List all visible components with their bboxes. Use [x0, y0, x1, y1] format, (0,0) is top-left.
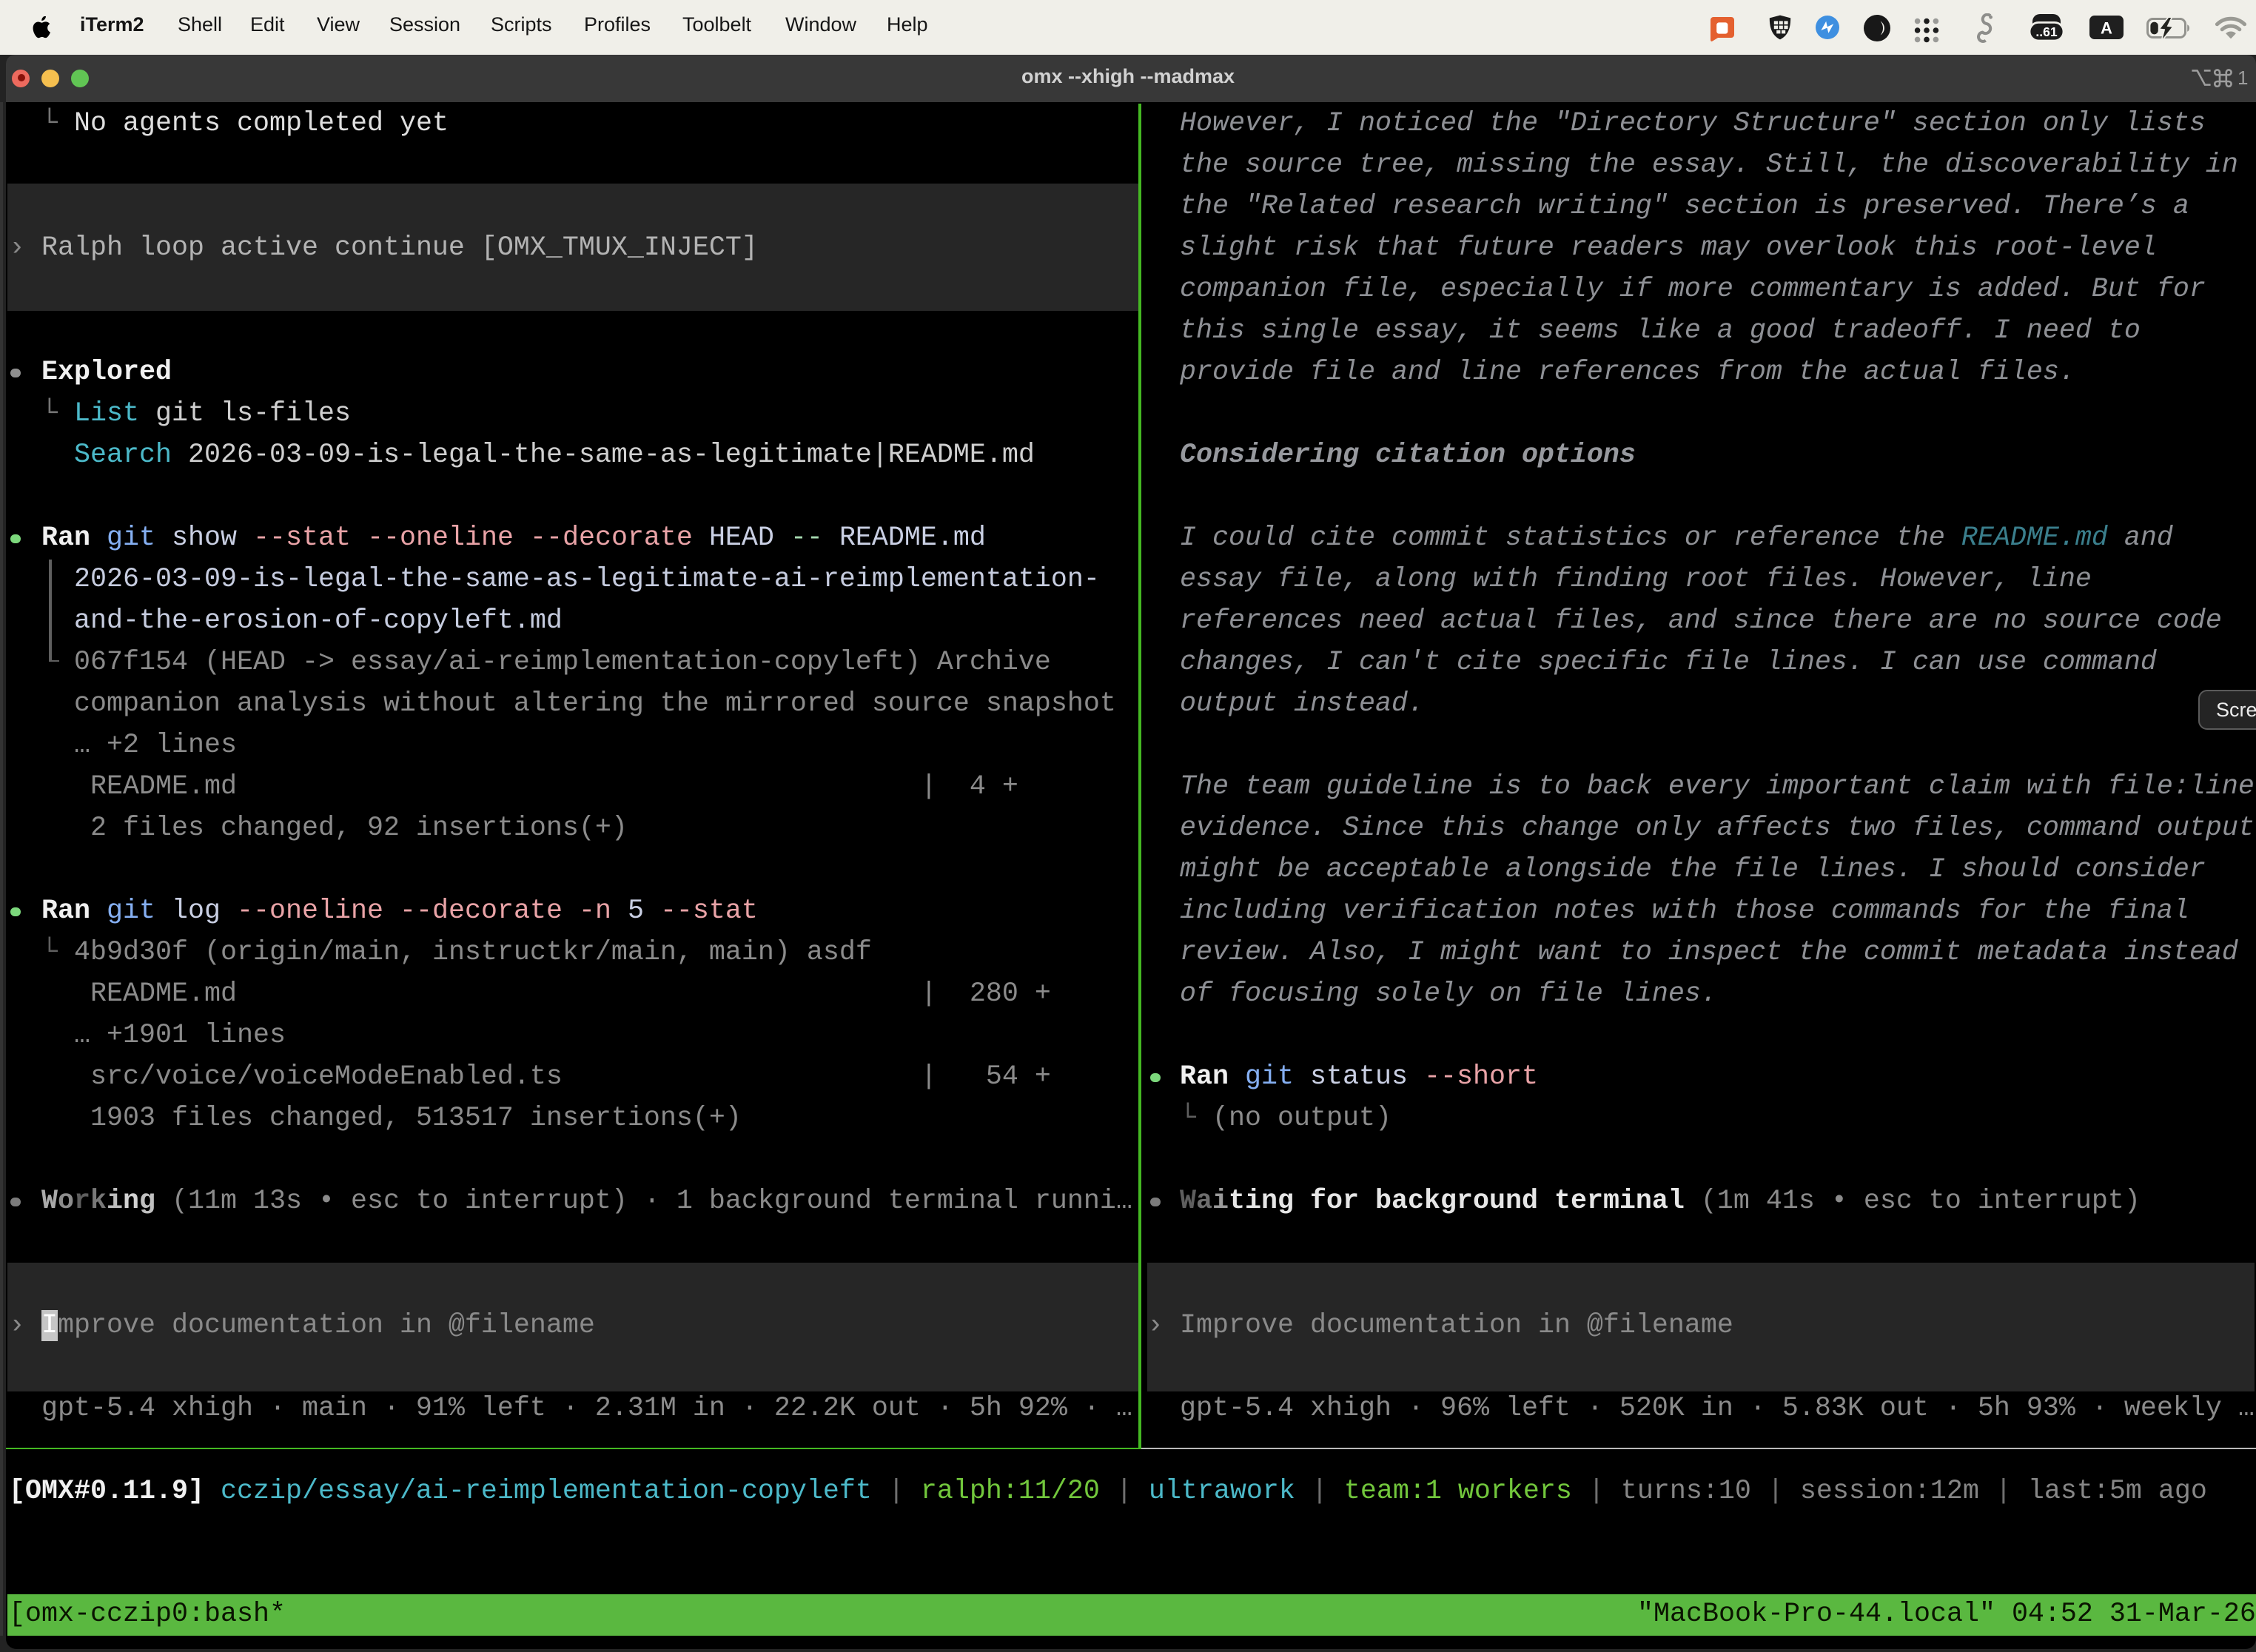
- svg-text:A: A: [2101, 19, 2112, 38]
- svg-text:..61: ..61: [2035, 24, 2058, 39]
